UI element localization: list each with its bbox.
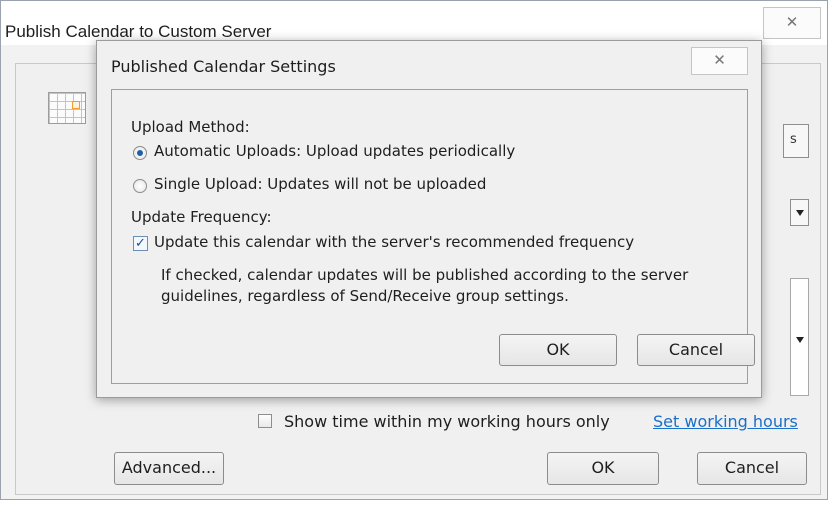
partially-hidden-dropdown[interactable] xyxy=(790,199,809,226)
recommended-frequency-label[interactable]: Update this calendar with the server's r… xyxy=(154,233,634,251)
show-working-hours-label[interactable]: Show time within my working hours only xyxy=(284,412,610,431)
settings-cancel-button[interactable]: Cancel xyxy=(637,334,755,366)
dropdown-arrow-icon xyxy=(796,210,804,216)
partially-hidden-list[interactable] xyxy=(790,278,809,396)
close-icon: ✕ xyxy=(713,51,726,69)
advanced-button[interactable]: Advanced... xyxy=(114,452,224,485)
automatic-uploads-label[interactable]: Automatic Uploads: Upload updates period… xyxy=(154,142,515,160)
single-upload-radio[interactable] xyxy=(133,179,147,193)
settings-dialog-title: Published Calendar Settings xyxy=(111,57,336,76)
outer-cancel-button[interactable]: Cancel xyxy=(697,452,807,485)
automatic-uploads-radio[interactable] xyxy=(133,146,147,160)
outer-ok-button[interactable]: OK xyxy=(547,452,659,485)
settings-close-button[interactable]: ✕ xyxy=(691,47,748,75)
close-icon: ✕ xyxy=(785,13,799,31)
frequency-description-line1: If checked, calendar updates will be pub… xyxy=(161,266,689,284)
show-working-hours-checkbox[interactable] xyxy=(258,414,272,428)
outer-titlebar: Publish Calendar to Custom Server ✕ xyxy=(1,1,827,45)
recommended-frequency-checkbox[interactable]: ✓ xyxy=(133,236,148,251)
partial-button-text: s xyxy=(790,132,797,147)
frequency-description-line2: guidelines, regardless of Send/Receive g… xyxy=(161,287,569,305)
published-calendar-settings-dialog: Published Calendar Settings ✕ Upload Met… xyxy=(96,40,762,398)
update-frequency-label: Update Frequency: xyxy=(131,208,272,226)
dropdown-arrow-icon xyxy=(796,337,804,343)
partially-hidden-button[interactable]: s xyxy=(783,124,809,158)
calendar-highlight-icon xyxy=(72,101,80,109)
set-working-hours-link[interactable]: Set working hours xyxy=(653,412,798,431)
outer-close-button[interactable]: ✕ xyxy=(763,7,821,39)
settings-ok-button[interactable]: OK xyxy=(499,334,617,366)
single-upload-label[interactable]: Single Upload: Updates will not be uploa… xyxy=(154,175,486,193)
calendar-icon xyxy=(48,92,86,124)
upload-method-label: Upload Method: xyxy=(131,118,250,136)
outer-dialog-title: Publish Calendar to Custom Server xyxy=(5,22,272,41)
